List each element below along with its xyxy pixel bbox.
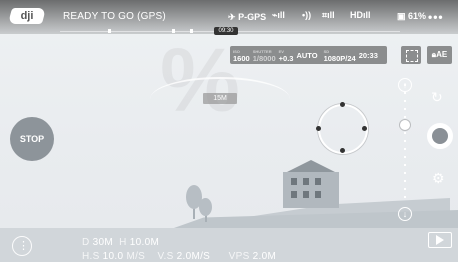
timeline-tick [108,29,111,33]
iso-value: 1600 [233,54,250,63]
resolution-value: 1080P/24 [323,54,356,63]
map-radar-icon[interactable] [12,236,32,256]
stop-button[interactable]: STOP [10,117,54,161]
ring-handle [340,148,345,153]
timeline-tick [172,29,175,33]
ae-lock-button[interactable]: 🔒︎AE [427,46,452,64]
camera-switch-icon[interactable]: ↻ [431,89,443,106]
remaining-time: 20:33 [358,50,378,60]
aircraft-status[interactable]: READY TO GO (GPS) [63,11,166,22]
speed-readout: H.S 10.0 M/S V.S 2.0M/S VPS 2.0M [82,251,277,262]
flight-mode[interactable]: ✈ P-GPS [228,12,266,23]
rc-signal[interactable]: ⌗ıll [322,10,335,21]
battery-status[interactable]: ▣ 61% [397,11,426,22]
battery-icon: ▣ [397,11,406,21]
shutter-button[interactable] [427,123,453,149]
distance-marker: 15M [203,93,237,104]
tree [199,198,212,216]
ev-value: +0.3 [278,54,294,63]
drone-icon: ✈ [228,12,236,22]
gimbal-slider-knob[interactable] [400,120,410,130]
distance-readout: D 30M H 10.0M [82,237,160,248]
camera-settings-strip[interactable]: ISO 1600 SHUTTER 1/8000 EV +0.3 AUTO SD … [230,46,387,64]
timeline-tick [190,29,193,33]
playback-button[interactable] [428,232,452,248]
wb-value: AUTO [296,50,318,60]
gimbal-slider[interactable] [404,84,406,202]
menu-button[interactable]: ••• [428,10,444,24]
gps-signal[interactable]: ⌁ıll [272,10,285,21]
gimbal-down-icon[interactable]: ↓ [398,207,412,221]
ring-handle [362,126,367,131]
house [283,172,339,208]
hd-signal[interactable]: HDıll [350,10,371,20]
shutter-value: 1/8000 [252,54,276,63]
wifi-icon[interactable]: •)) [302,10,311,20]
time-marker: 09:30 [214,27,238,35]
ring-handle [340,102,345,107]
tapfly-target-ring[interactable] [316,102,368,154]
settings-sliders-icon[interactable]: ⚙ [432,170,445,187]
ring-handle [316,126,321,131]
dji-logo[interactable]: dji [7,8,47,24]
focus-mode-button[interactable] [401,46,421,64]
